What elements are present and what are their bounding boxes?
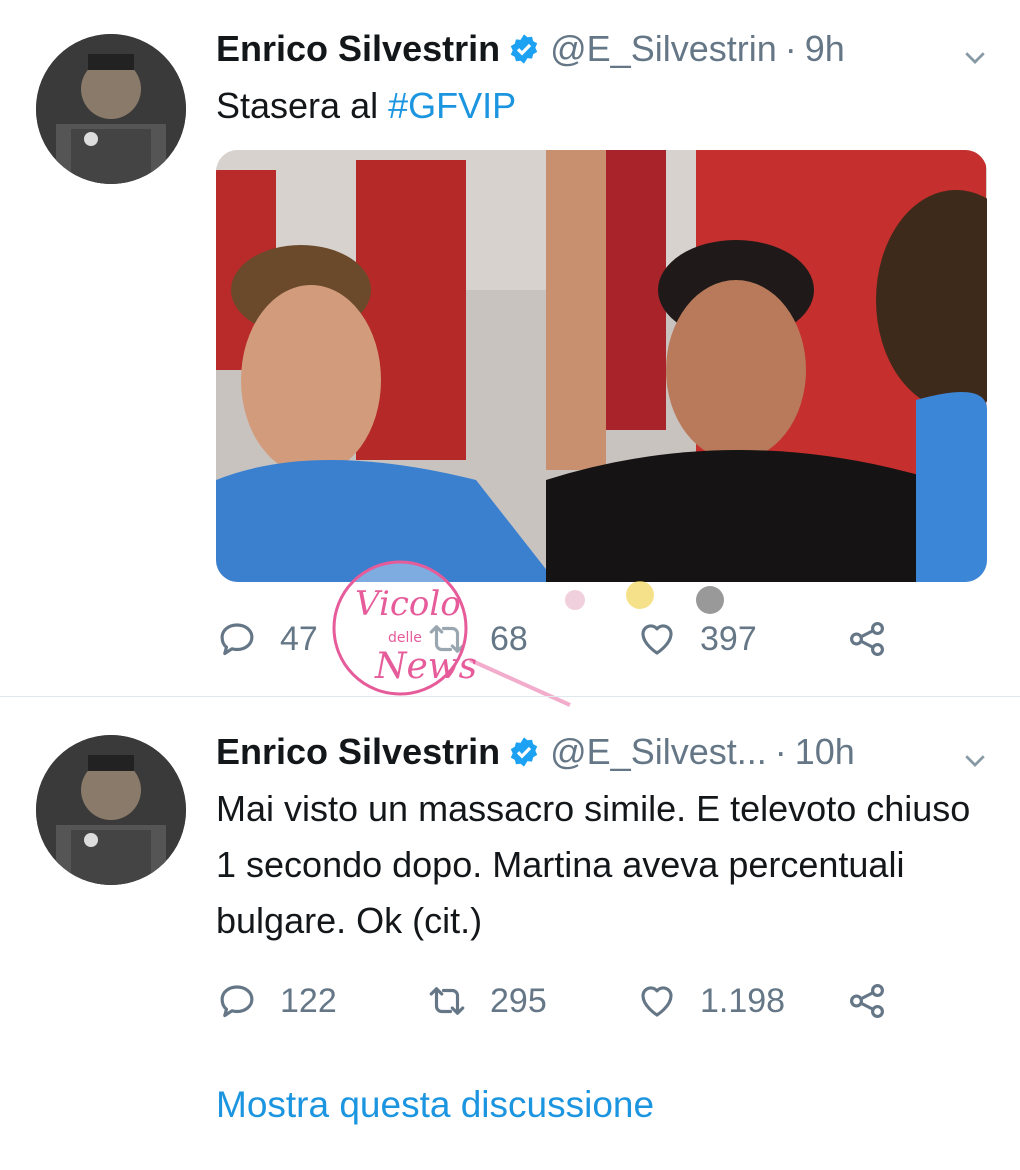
separator-dot: · bbox=[784, 28, 797, 69]
like-icon bbox=[641, 986, 673, 1017]
tweet-header: Enrico Silvestrin @E_Silvest... · 10h bbox=[216, 729, 855, 775]
hashtag-link[interactable]: #GFVIP bbox=[388, 85, 516, 126]
retweet-icon bbox=[429, 625, 465, 653]
reply-icon bbox=[220, 985, 254, 1018]
user-handle[interactable]: @E_Silvest... bbox=[550, 731, 767, 773]
user-handle[interactable]: @E_Silvestrin bbox=[550, 28, 777, 70]
timestamp[interactable]: 9h bbox=[805, 28, 845, 70]
retweet-button[interactable]: 295 bbox=[426, 976, 547, 1026]
retweet-button[interactable]: 68 bbox=[426, 614, 528, 664]
separator-dot: · bbox=[774, 731, 787, 772]
retweet-icon bbox=[429, 987, 465, 1015]
reply-icon bbox=[220, 623, 254, 656]
reply-count: 122 bbox=[280, 981, 337, 1020]
tweet-photo[interactable] bbox=[216, 150, 987, 582]
verified-badge-icon bbox=[510, 737, 538, 767]
tweet-text-plain: Stasera al bbox=[216, 85, 389, 126]
tweet-actions: 122 295 1.198 bbox=[216, 976, 916, 1026]
avatar[interactable] bbox=[36, 34, 186, 184]
display-name[interactable]: Enrico Silvestrin bbox=[216, 28, 500, 70]
chevron-down-icon[interactable] bbox=[960, 42, 990, 72]
avatar-image bbox=[36, 735, 186, 885]
avatar-image bbox=[36, 34, 186, 184]
chevron-down-icon[interactable] bbox=[960, 745, 990, 775]
share-icon bbox=[850, 984, 884, 1018]
like-count: 397 bbox=[700, 619, 757, 658]
verified-badge-icon bbox=[510, 34, 538, 64]
photo-football-players bbox=[216, 150, 987, 582]
reply-count: 47 bbox=[280, 619, 318, 658]
reply-button[interactable]: 47 bbox=[216, 614, 318, 664]
share-button[interactable] bbox=[846, 976, 888, 1026]
avatar[interactable] bbox=[36, 735, 186, 885]
tweet-header: Enrico Silvestrin @E_Silvestrin · 9h bbox=[216, 26, 845, 72]
reply-button[interactable]: 122 bbox=[216, 976, 337, 1026]
like-icon bbox=[641, 624, 673, 655]
share-icon bbox=[850, 622, 884, 656]
show-thread-link[interactable]: Mostra questa discussione bbox=[216, 1084, 654, 1126]
display-name[interactable]: Enrico Silvestrin bbox=[216, 731, 500, 773]
share-button[interactable] bbox=[846, 614, 888, 664]
tweet-1[interactable]: Enrico Silvestrin @E_Silvestrin · 9h Sta… bbox=[0, 0, 1020, 696]
retweet-count: 68 bbox=[490, 619, 528, 658]
like-button[interactable]: 1.198 bbox=[636, 976, 785, 1026]
like-count: 1.198 bbox=[700, 981, 786, 1020]
like-button[interactable]: 397 bbox=[636, 614, 757, 664]
tweet-text: Stasera al #GFVIP bbox=[216, 78, 996, 134]
retweet-count: 295 bbox=[490, 981, 547, 1020]
tweet-text: Mai visto un massacro simile. E televoto… bbox=[216, 788, 971, 941]
timestamp[interactable]: 10h bbox=[795, 731, 855, 773]
tweet-actions: 47 68 397 bbox=[216, 614, 916, 664]
